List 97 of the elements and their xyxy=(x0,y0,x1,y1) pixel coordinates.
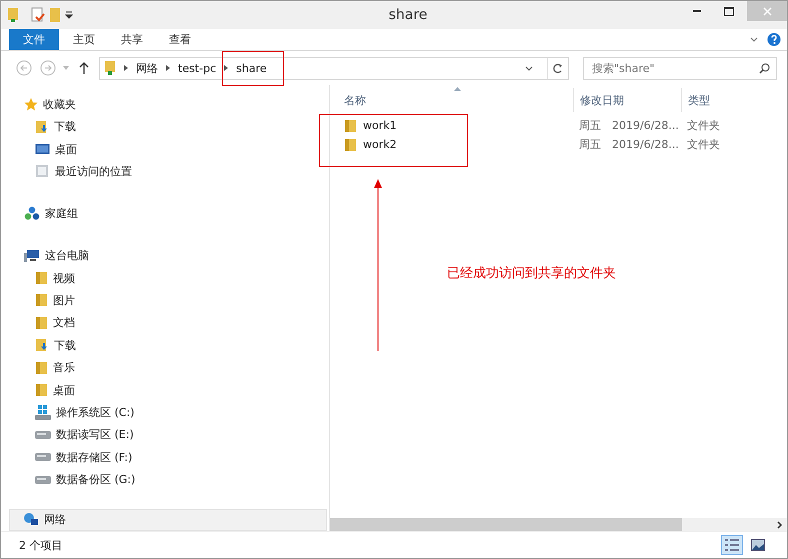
column-header[interactable]: 名称 xyxy=(330,88,573,112)
type-cell-text: 文件夹 xyxy=(686,137,721,153)
nav-label: 桌面 xyxy=(53,382,75,398)
window-title: share xyxy=(388,7,428,23)
chevron-icon xyxy=(124,65,128,71)
file-name-cell: work2 xyxy=(330,135,573,154)
sort-caret-icon xyxy=(454,87,461,91)
breadcrumb[interactable]: 网络 xyxy=(136,60,158,76)
folder-icon xyxy=(344,118,357,132)
file-row[interactable]: work2 周五 2019/6/28... 文件夹 xyxy=(330,135,787,154)
folder-icon xyxy=(35,293,48,308)
nav-label: 家庭组 xyxy=(45,206,78,222)
drive-icon xyxy=(35,453,51,462)
nav-label: 网络 xyxy=(44,512,66,528)
nav-item[interactable]: 桌面 xyxy=(1,378,329,402)
nav-label: 下载 xyxy=(54,119,76,134)
date-cell-text: 周五 2019/6/28... xyxy=(578,137,680,153)
file-tab[interactable]: 文件 xyxy=(9,29,59,50)
folder-icon xyxy=(344,138,357,152)
nav-label: 图片 xyxy=(53,292,75,308)
up-arrow-icon xyxy=(79,62,89,74)
nav-label: 收藏夹 xyxy=(43,96,76,112)
breadcrumb[interactable]: share xyxy=(236,62,267,74)
folder-icon xyxy=(35,271,48,286)
nav-label: 文档 xyxy=(53,315,75,330)
close-icon xyxy=(762,6,772,16)
network-folder-icon xyxy=(104,60,116,76)
nav-item[interactable]: 数据备份区 (G:) xyxy=(1,468,329,492)
minimize-icon xyxy=(693,10,701,12)
nav-item[interactable]: 桌面 xyxy=(1,138,329,160)
nav-item[interactable]: 音乐 xyxy=(1,356,329,379)
item-count: 2 个项目 xyxy=(19,538,62,552)
nav-label: 操作系统区 (C:) xyxy=(56,405,134,420)
recent-places-icon xyxy=(35,164,50,178)
file-name-cell: work1 xyxy=(330,116,573,135)
address-bar[interactable]: 网络 test-pc share xyxy=(99,56,569,80)
back-icon xyxy=(16,60,32,76)
search-box[interactable]: 搜索"share" xyxy=(583,56,777,80)
nav-item[interactable]: 数据读写区 (E:) xyxy=(1,424,329,446)
nav-item[interactable]: 图片 xyxy=(1,289,329,312)
folder-icon xyxy=(35,360,48,375)
desktop-icon xyxy=(35,143,50,156)
dropdown-icon[interactable] xyxy=(525,66,533,70)
nav-item[interactable]: 这台电脑 xyxy=(1,244,329,267)
highlight-frame xyxy=(222,51,284,86)
computer-icon xyxy=(24,248,40,263)
ribbon-tab[interactable]: 共享 xyxy=(109,29,155,50)
column-header[interactable]: 类型 xyxy=(681,88,787,112)
drive-icon xyxy=(35,476,51,484)
type-cell-text: 文件夹 xyxy=(686,118,721,134)
nav-item[interactable]: 视频 xyxy=(1,266,329,290)
ribbon-tab[interactable]: 查看 xyxy=(157,29,203,50)
nav-item[interactable]: 网络 xyxy=(9,508,327,532)
network-icon xyxy=(23,512,39,528)
star-icon xyxy=(24,97,38,112)
dropdown-icon[interactable] xyxy=(65,11,73,19)
nav-item[interactable]: 下载 xyxy=(1,334,329,356)
system-drive-icon xyxy=(35,405,51,420)
drive-icon xyxy=(35,430,51,439)
nav-label: 数据备份区 (G:) xyxy=(56,472,136,488)
search-icon xyxy=(759,62,770,74)
folder-icon xyxy=(7,7,19,23)
file-row[interactable]: work1 周五 2019/6/28... 文件夹 xyxy=(330,116,787,135)
chevron-icon xyxy=(224,65,228,71)
nav-label: 数据读写区 (E:) xyxy=(56,427,134,442)
maximize-icon xyxy=(724,6,734,16)
chevron-icon xyxy=(166,65,170,71)
nav-label: 数据存储区 (F:) xyxy=(56,450,132,465)
picture-view-icon xyxy=(751,539,765,551)
folder-icon xyxy=(35,383,48,398)
details-view-button[interactable] xyxy=(721,535,743,555)
nav-item[interactable]: 文档 xyxy=(1,312,329,334)
details-icon xyxy=(725,539,739,551)
ribbon-tab[interactable]: 主页 xyxy=(61,29,107,50)
nav-label: 这台电脑 xyxy=(45,248,89,264)
nav-label: 最近访问的位置 xyxy=(55,164,132,179)
column-header[interactable]: 修改日期 xyxy=(573,88,681,112)
nav-item[interactable]: 最近访问的位置 xyxy=(1,160,329,183)
nav-item[interactable]: 操作系统区 (C:) xyxy=(1,401,329,424)
homegroup-icon xyxy=(24,206,40,222)
nav-item[interactable]: 收藏夹 xyxy=(1,93,329,116)
nav-label: 桌面 xyxy=(55,142,77,157)
nav-item[interactable]: 下载 xyxy=(1,115,329,138)
horizontal-scrollbar[interactable] xyxy=(330,518,787,531)
nav-label: 下载 xyxy=(54,338,76,353)
breadcrumb[interactable]: test-pc xyxy=(178,62,216,74)
forward-icon xyxy=(40,60,56,76)
annotation-text: 已经成功访问到共享的文件夹 xyxy=(447,265,616,282)
nav-item[interactable]: 数据存储区 (F:) xyxy=(1,446,329,469)
download-folder-icon xyxy=(35,120,49,134)
date-cell-text: 周五 2019/6/28... xyxy=(578,118,680,134)
folder-icon xyxy=(35,316,48,330)
properties-icon[interactable] xyxy=(31,7,45,23)
nav-label: 音乐 xyxy=(53,360,75,376)
nav-item[interactable]: 家庭组 xyxy=(1,202,329,225)
download-folder-icon xyxy=(35,338,49,352)
nav-label: 视频 xyxy=(53,270,75,286)
